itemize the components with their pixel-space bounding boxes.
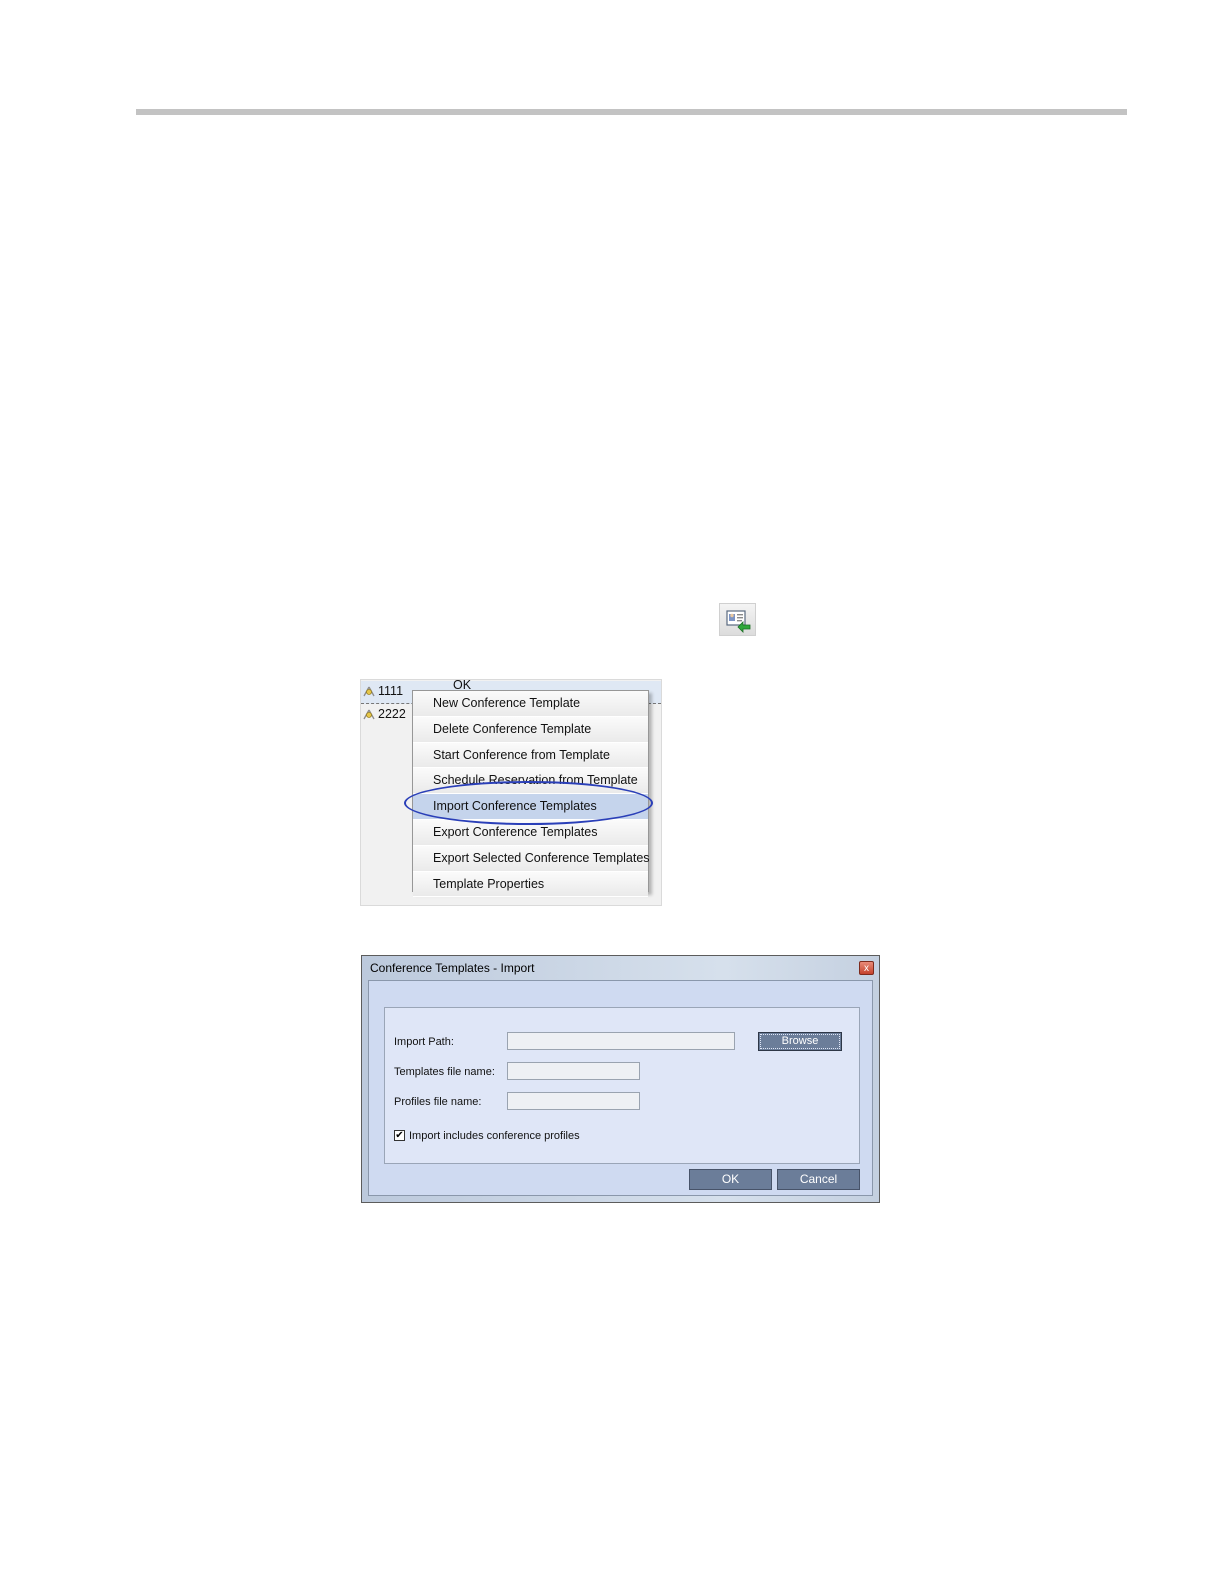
profiles-file-label: Profiles file name: xyxy=(394,1096,482,1108)
import-options-panel: Import Path: Browse Templates file name:… xyxy=(384,1007,860,1164)
menu-item-schedule-reservation[interactable]: Schedule Reservation from Template xyxy=(413,768,648,795)
menu-item-start-conference[interactable]: Start Conference from Template xyxy=(413,742,648,769)
menu-item-new-template[interactable]: New Conference Template xyxy=(413,691,648,717)
menu-item-export-selected[interactable]: Export Selected Conference Templates xyxy=(413,845,650,872)
menu-item-template-properties[interactable]: Template Properties xyxy=(413,871,648,898)
ok-button[interactable]: OK xyxy=(689,1169,772,1190)
menu-item-delete-template[interactable]: Delete Conference Template xyxy=(413,716,648,743)
header-rule xyxy=(136,109,1127,115)
dialog-titlebar: Conference Templates - Import x xyxy=(362,956,879,980)
browse-button[interactable]: Browse xyxy=(758,1032,842,1051)
template-name: 1111 xyxy=(378,684,404,698)
templates-file-input[interactable] xyxy=(507,1062,640,1080)
context-menu: New Conference Template Delete Conferenc… xyxy=(412,690,650,898)
template-icon xyxy=(363,686,375,697)
dialog-title: Conference Templates - Import xyxy=(370,961,535,975)
context-menu-screenshot: 1111 OK 2222 New Conference Template Del… xyxy=(360,679,662,906)
import-dialog: Conference Templates - Import x Import P… xyxy=(361,955,880,1203)
import-path-input[interactable] xyxy=(507,1032,735,1050)
close-icon[interactable]: x xyxy=(859,961,874,975)
include-profiles-label: Import includes conference profiles xyxy=(409,1130,580,1142)
template-icon xyxy=(363,709,375,720)
import-templates-icon xyxy=(726,610,751,633)
include-profiles-checkbox[interactable]: ✔ xyxy=(394,1130,405,1141)
profiles-file-input[interactable] xyxy=(507,1092,640,1110)
cancel-button[interactable]: Cancel xyxy=(777,1169,860,1190)
menu-item-export-templates[interactable]: Export Conference Templates xyxy=(413,819,648,846)
import-templates-toolbar-button[interactable] xyxy=(719,603,756,636)
import-path-label: Import Path: xyxy=(394,1036,454,1048)
template-name: 2222 xyxy=(378,707,406,721)
checkmark-icon: ✔ xyxy=(395,1130,404,1141)
menu-item-import-templates[interactable]: Import Conference Templates xyxy=(413,794,648,820)
dialog-body: Import Path: Browse Templates file name:… xyxy=(368,980,873,1196)
templates-file-label: Templates file name: xyxy=(394,1066,495,1078)
